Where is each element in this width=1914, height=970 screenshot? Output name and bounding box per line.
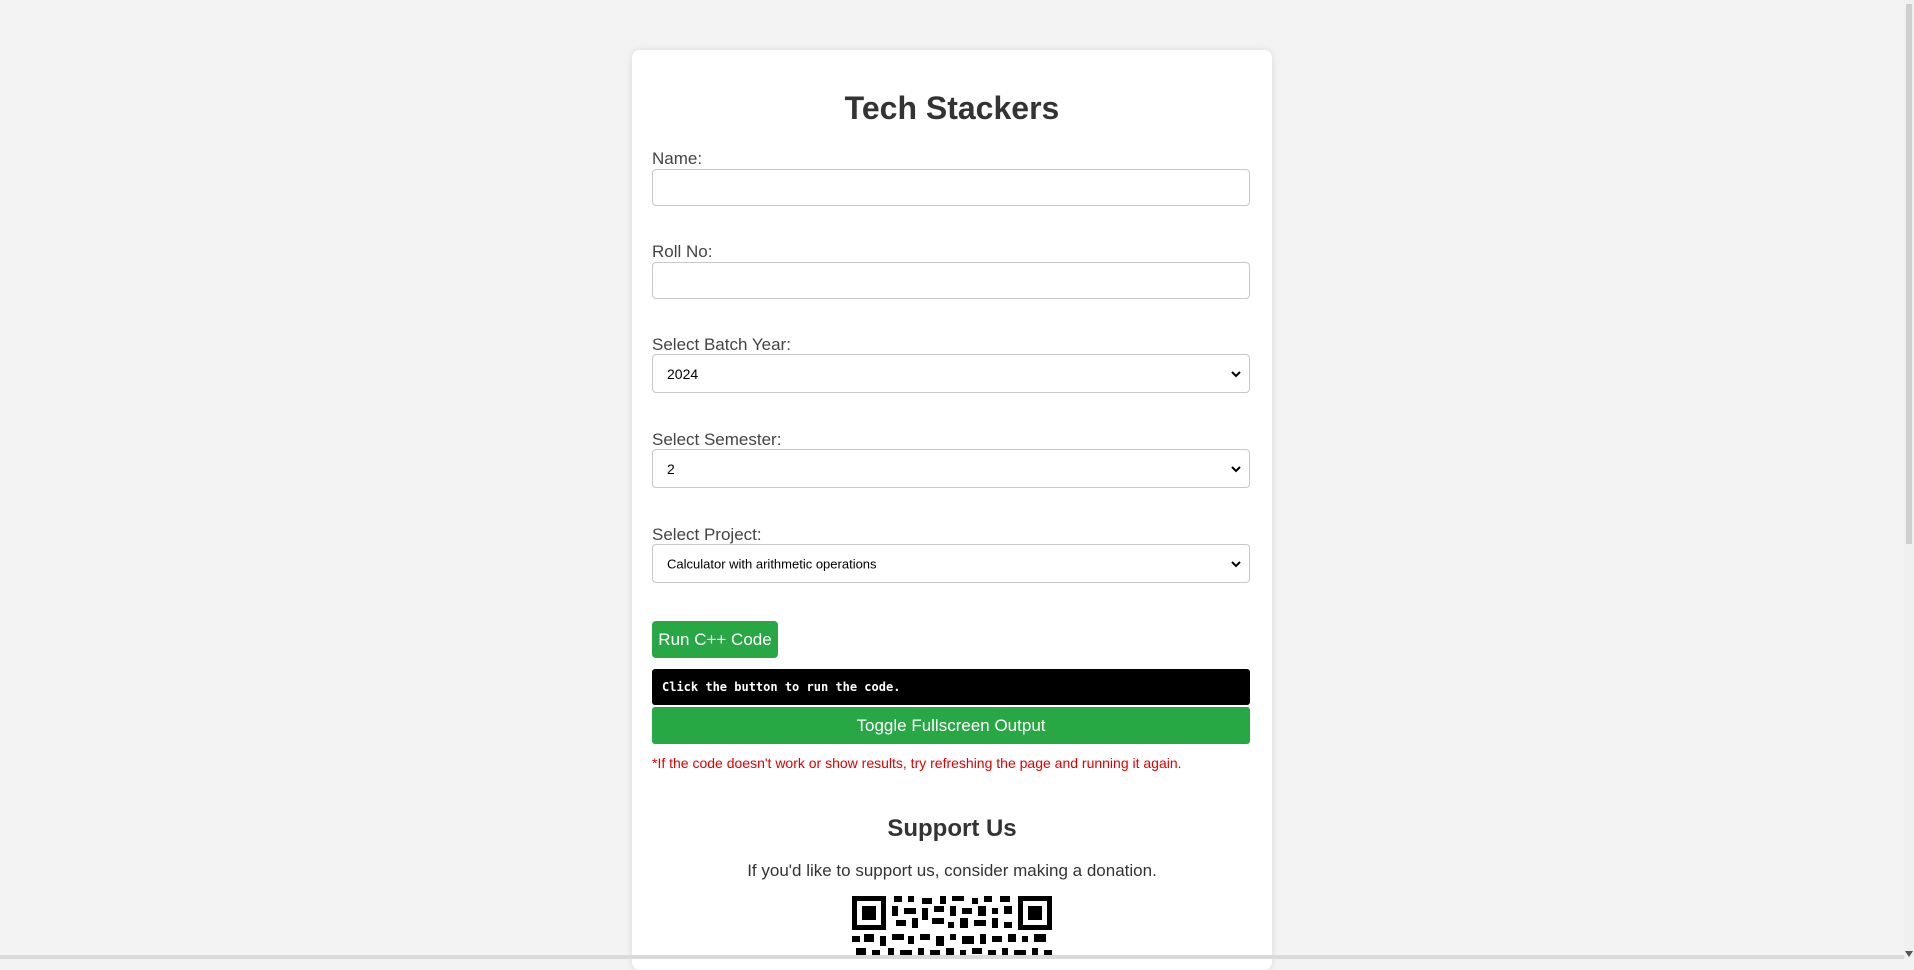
roll-input[interactable] xyxy=(652,262,1250,299)
code-output: Click the button to run the code. xyxy=(652,669,1250,705)
project-value: Calculator with arithmetic operations xyxy=(667,556,877,571)
toggle-fullscreen-button[interactable]: Toggle Fullscreen Output xyxy=(652,707,1250,744)
batch-year-label: Select Batch Year: xyxy=(652,335,791,354)
chevron-down-icon xyxy=(1231,370,1241,377)
support-title: Support Us xyxy=(887,815,1017,842)
page-title: Tech Stackers xyxy=(844,90,1060,126)
project-label: Select Project: xyxy=(652,525,762,544)
project-select[interactable]: Calculator with arithmetic operations xyxy=(652,544,1250,583)
semester-value: 2 xyxy=(667,460,675,477)
name-label: Name: xyxy=(652,149,703,168)
chevron-down-icon xyxy=(1231,465,1241,472)
chevron-down-icon xyxy=(1231,560,1241,567)
semester-label: Select Semester: xyxy=(652,430,782,449)
refresh-note: *If the code doesn't work or show result… xyxy=(652,755,1182,771)
qr-code-image xyxy=(852,896,1052,958)
qr-code-icon xyxy=(852,896,1052,960)
horizontal-scroll-track xyxy=(0,955,1904,959)
semester-select[interactable]: 2 xyxy=(652,449,1250,488)
batch-year-value: 2024 xyxy=(667,365,699,382)
form-card: Tech Stackers Name: Roll No: Select Batc… xyxy=(632,50,1272,970)
batch-year-select[interactable]: 2024 xyxy=(652,354,1250,393)
scroll-down-icon[interactable] xyxy=(1905,951,1913,957)
roll-label: Roll No: xyxy=(652,242,713,261)
scrollbar-thumb[interactable] xyxy=(1906,4,1912,544)
support-text: If you'd like to support us, consider ma… xyxy=(747,861,1157,880)
run-code-button[interactable]: Run C++ Code xyxy=(652,621,778,658)
name-input[interactable] xyxy=(652,169,1250,206)
page-scrollbar[interactable] xyxy=(1904,0,1914,959)
